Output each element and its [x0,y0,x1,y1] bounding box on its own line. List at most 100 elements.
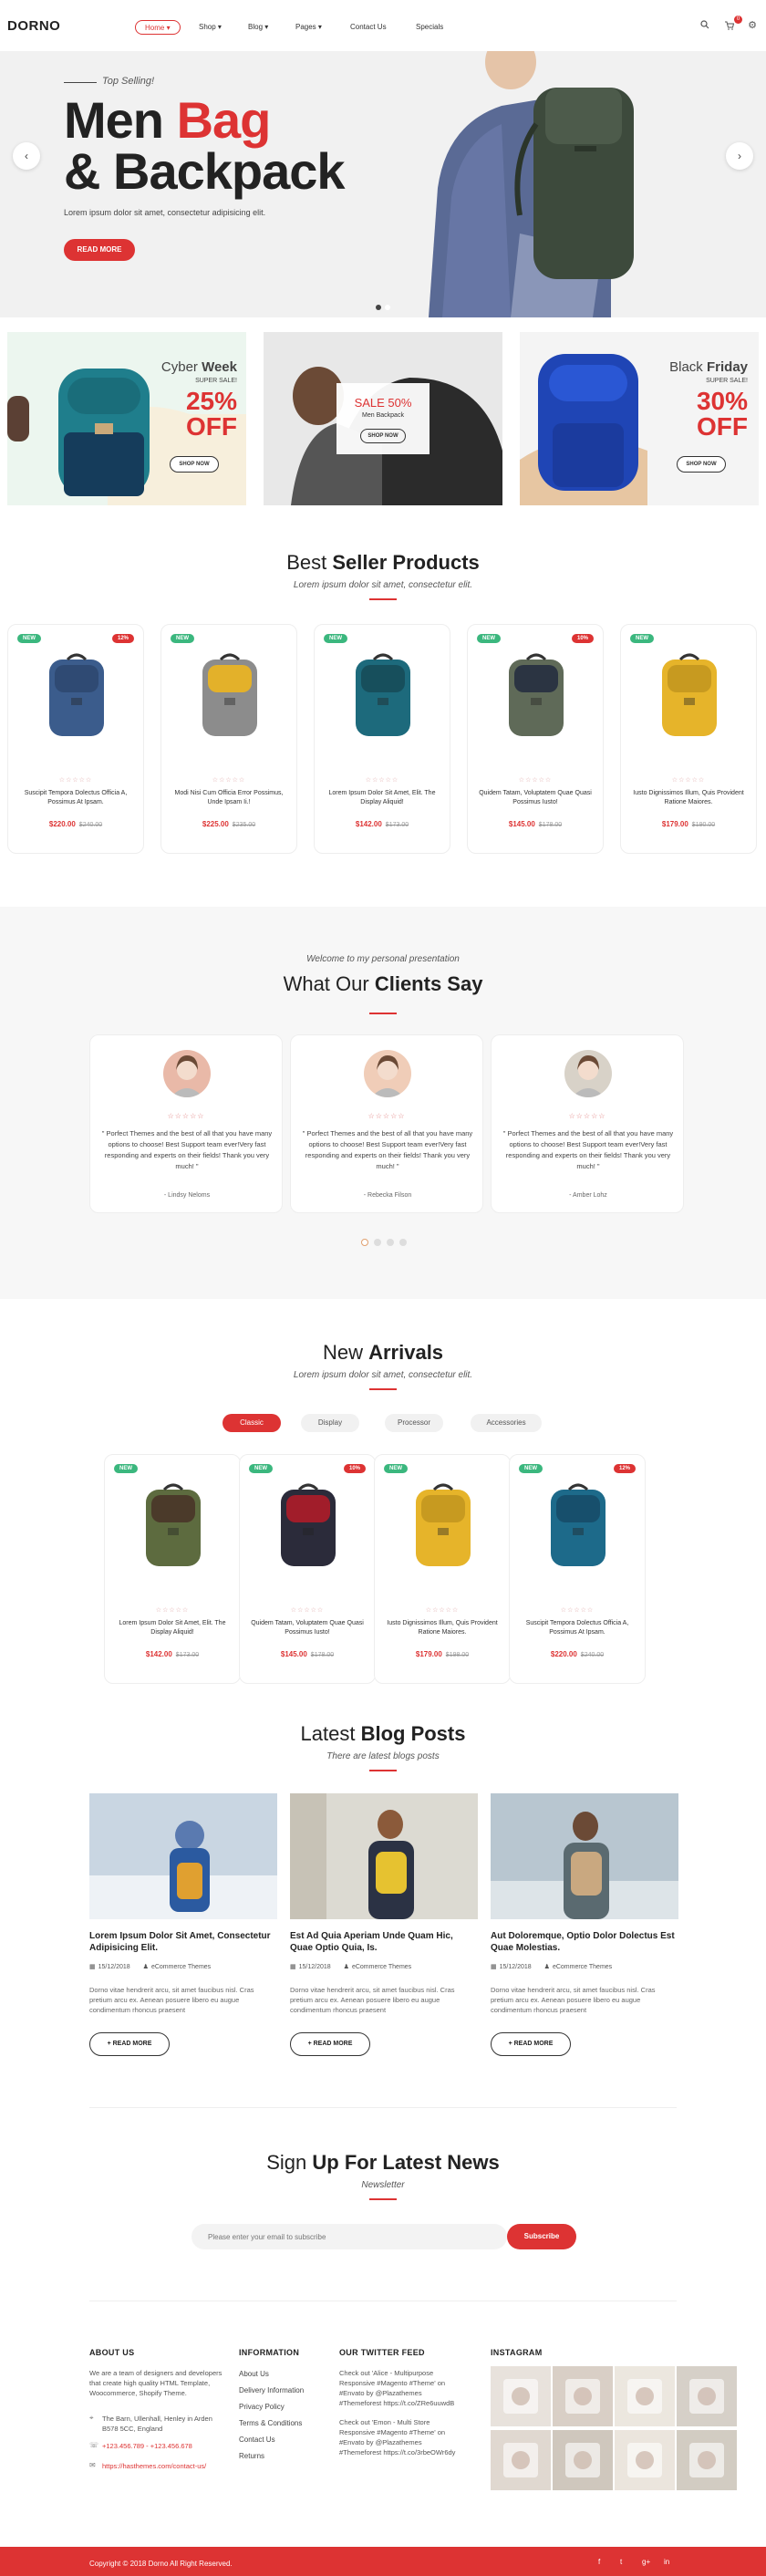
search-icon[interactable] [699,18,711,31]
footer-info-link[interactable]: Terms & Conditions [239,2415,302,2432]
hero-dot-2[interactable] [385,305,390,310]
tab-classic[interactable]: Classic [223,1414,281,1432]
nav-pages[interactable]: Pages ▾ [286,20,331,35]
nav-home[interactable]: Home ▾ [135,20,181,35]
footer-info-link[interactable]: Delivery Information [239,2383,304,2399]
best-seller-divider [369,598,397,600]
subscribe-button[interactable]: Subscribe [507,2224,576,2249]
best-rating-stars: ☆☆☆☆☆ [671,777,706,784]
best-product-card[interactable]: NEW ☆☆☆☆☆ Iusto Dignissimos Illum, Quis Pr… [620,624,757,854]
blog-post-title[interactable]: Lorem Ipsum Dolor Sit Amet, Consectetur … [89,1930,277,1954]
footer-twitter-title: OUR TWITTER FEED [339,2348,425,2357]
testimonial-dot-3[interactable] [387,1239,394,1246]
best-product-old-price: $173.00 [385,822,409,828]
logo[interactable]: DORNO [7,18,60,34]
best-product-title[interactable]: Modi Nisi Cum Officia Error Possimus, Un… [161,789,296,807]
footer-info-link[interactable]: Contact Us [239,2432,275,2448]
blog-read-more-button[interactable]: + READ MORE [290,2032,370,2056]
cart-icon[interactable] [722,18,735,31]
instagram-thumbnail[interactable] [491,2430,551,2490]
blog-post-author[interactable]: eCommerce Themes [151,1964,211,1970]
newsletter-title-a: Sign [266,2151,307,2174]
banner-cyber-shop-button[interactable]: SHOP NOW [170,456,219,473]
best-product-title[interactable]: Suscipit Tempora Dolectus Officia A, Pos… [8,789,143,807]
best-product-card[interactable]: NEW 10% ☆☆☆☆☆ Quidem Tatam, Voluptatem Quae… [467,624,604,854]
arrival-new-badge: NEW [249,1464,273,1473]
banner-cyber-sub: SUPER SALE! [195,378,237,384]
arrival-product-card[interactable]: NEW 10% ☆☆☆☆☆ Quidem Tatam, Voluptatem Quae… [239,1454,376,1684]
arrival-product-title[interactable]: Lorem Ipsum Dolor Sit Amet, Elit. The Di… [105,1619,240,1637]
tab-display[interactable]: Display [301,1414,359,1432]
hero-title-men: Men [64,91,164,149]
best-new-badge: NEW [17,634,41,643]
instagram-thumbnail[interactable] [677,2430,737,2490]
best-product-title[interactable]: Quidem Tatam, Voluptatem Quae Quasi Poss… [468,789,603,807]
banner-sale50[interactable]: SALE 50% Men Backpack SHOP NOW [264,332,502,505]
blog-post-image[interactable] [491,1793,678,1919]
nav-contact[interactable]: Contact Us [341,20,396,35]
arrival-product-title[interactable]: Suscipit Tempora Dolectus Officia A, Pos… [510,1619,645,1637]
best-product-card[interactable]: NEW ☆☆☆☆☆ Lorem Ipsum Dolor Sit Amet, Elit… [314,624,450,854]
instagram-thumbnail[interactable] [491,2366,551,2426]
arrival-product-card[interactable]: NEW 12% ☆☆☆☆☆ Suscipit Tempora Dolectus Off… [509,1454,646,1684]
instagram-thumbnail[interactable] [615,2430,675,2490]
blog-post-date: 15/12/2018 [98,1964,130,1970]
footer-info-link[interactable]: Returns [239,2448,264,2465]
banner-black-friday[interactable]: Black Friday SUPER SALE! 30% OFF SHOP NO… [520,332,759,505]
blog-read-more-button[interactable]: + READ MORE [89,2032,170,2056]
hero-read-more-button[interactable]: READ MORE [64,239,135,261]
arrivals-title-a: New [322,1341,363,1364]
blog-post-image[interactable] [290,1793,478,1919]
testimonial-dot-2[interactable] [374,1239,381,1246]
arrival-product-card[interactable]: NEW ☆☆☆☆☆ Iusto Dignissimos Illum, Quis Pr… [374,1454,511,1684]
banner-cyber-week[interactable]: Cyber Week SUPER SALE! 25% OFF SHOP NOW [7,332,246,505]
blog-read-more-button[interactable]: + READ MORE [491,2032,571,2056]
blog-post-image[interactable] [89,1793,277,1919]
nav-blog[interactable]: Blog ▾ [239,20,277,35]
testimonial-dot-4[interactable] [399,1239,407,1246]
testimonial-dot-1[interactable] [361,1239,368,1246]
google-plus-icon[interactable]: g+ [642,2558,650,2566]
hero-prev-arrow-icon[interactable]: ‹ [13,142,40,170]
blog-post-title[interactable]: Aut Doloremque, Optio Dolor Dolectus Est… [491,1930,678,1954]
arrival-product-title[interactable]: Quidem Tatam, Voluptatem Quae Quasi Poss… [240,1619,375,1637]
hero-next-arrow-icon[interactable]: › [726,142,753,170]
banner-cyber-pct: 25% [185,387,237,415]
blog-title: Latest Blog Posts [0,1722,766,1746]
twitter-icon[interactable]: t [620,2558,622,2566]
blog-post-title[interactable]: Est Ad Quia Aperiam Unde Quam Hic, Quae … [290,1930,478,1954]
arrival-product-card[interactable]: NEW ☆☆☆☆☆ Lorem Ipsum Dolor Sit Amet, Elit… [104,1454,241,1684]
footer-phone[interactable]: +123.456.789 - +123.456.678 [102,2441,192,2451]
best-product-card[interactable]: NEW 12% ☆☆☆☆☆ Suscipit Tempora Dolectus Off… [7,624,144,854]
blog-post-author[interactable]: eCommerce Themes [553,1964,612,1970]
tab-accessories[interactable]: Accessories [471,1414,542,1432]
tab-processor[interactable]: Processor [385,1414,443,1432]
footer-info-link[interactable]: Privacy Policy [239,2399,285,2415]
best-seller-subtitle: Lorem ipsum dolor sit amet, consectetur … [293,580,473,590]
arrival-product-title[interactable]: Iusto Dignissimos Illum, Quis Provident … [375,1619,510,1637]
instagram-thumbnail[interactable] [677,2366,737,2426]
footer-info-link[interactable]: About Us [239,2366,269,2383]
gear-icon[interactable]: ⚙ [746,18,759,31]
instagram-thumbnail[interactable] [553,2430,613,2490]
best-product-title[interactable]: Lorem Ipsum Dolor Sit Amet, Elit. The Di… [315,789,450,807]
blog-post-author[interactable]: eCommerce Themes [352,1964,411,1970]
nav-shop[interactable]: Shop ▾ [190,20,231,35]
instagram-thumbnail[interactable] [615,2366,675,2426]
instagram-thumbnail[interactable] [553,2366,613,2426]
hero-dot-1[interactable] [376,305,381,310]
footer-url[interactable]: https://hasthemes.com/contact-us/ [102,2461,206,2471]
facebook-icon[interactable]: f [598,2558,600,2566]
best-rating-stars: ☆☆☆☆☆ [212,777,246,784]
banner-sale-shop-button[interactable]: SHOP NOW [360,429,406,443]
nav-specials[interactable]: Specials [407,20,452,35]
linkedin-icon[interactable]: in [664,2558,669,2566]
best-product-card[interactable]: NEW ☆☆☆☆☆ Modi Nisi Cum Officia Error Poss… [160,624,297,854]
best-product-prices: $142.00 $173.00 [315,820,450,828]
banner-friday-shop-button[interactable]: SHOP NOW [677,456,726,473]
arrival-product-prices: $179.00 $198.00 [375,1650,510,1658]
arrival-product-image [146,1483,201,1566]
newsletter-email-input[interactable] [192,2224,507,2249]
best-product-title[interactable]: Iusto Dignissimos Illum, Quis Provident … [621,789,756,807]
arrival-product-prices: $220.00 $240.00 [510,1650,645,1658]
